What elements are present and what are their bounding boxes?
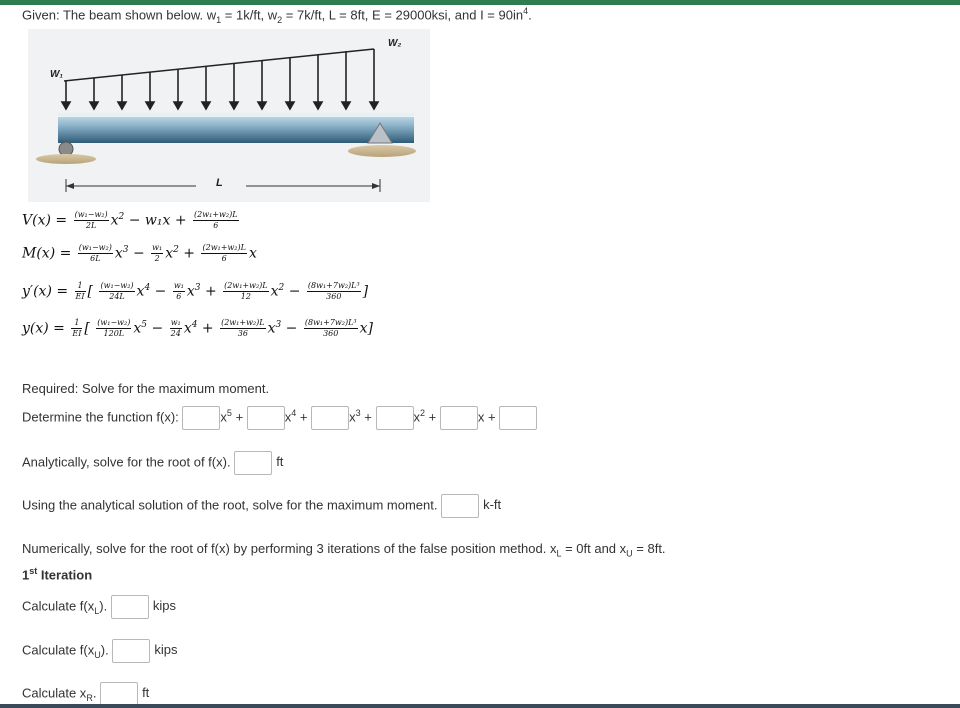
root-row: Analytically, solve for the root of f(x)…: [22, 451, 283, 475]
load-top-line: [63, 48, 375, 82]
calc-fxl-row: Calculate f(xL). kips: [22, 595, 176, 619]
function-label: Determine the function f(x):: [22, 409, 179, 425]
right-ground: [348, 145, 416, 157]
constant-input[interactable]: [499, 406, 538, 430]
calc-xr-row: Calculate xR. ft: [22, 682, 149, 706]
iteration-heading: 1st Iteration: [22, 566, 93, 583]
moment-equation: M(x) = (w₁−w₂) 6L x3 − w₁ 2 x2 + (2w₁+w₂)L 6 x: [22, 243, 257, 263]
required-statement: Required: Solve for the maximum moment.: [22, 381, 270, 396]
coef-x1-input[interactable]: [439, 406, 478, 430]
deflection-equation: y(x) = 1 EI[ (w₁−w₂) 120L x5 − w₁ 24 x4 + (2w…: [22, 318, 373, 338]
load-arrows: [60, 49, 380, 111]
numerical-statement: Numerically, solve for the root of f(x) …: [22, 541, 666, 559]
top-accent-bar: [0, 0, 960, 5]
coef-x2-input[interactable]: [375, 406, 414, 430]
fxu-input[interactable]: [112, 639, 151, 663]
root-input[interactable]: [234, 451, 273, 475]
beam-figure: W₁ W₂ L: [28, 29, 430, 202]
calc-fxu-row: Calculate f(xU). kips: [22, 639, 177, 663]
coef-x5-input[interactable]: [182, 406, 221, 430]
function-row: Determine the function f(x): x5 + x4 + x…: [22, 406, 538, 430]
coef-x4-input[interactable]: [246, 406, 285, 430]
roller-support: [58, 141, 74, 157]
max-moment-row: Using the analytical solution of the roo…: [22, 494, 501, 518]
coef-x3-input[interactable]: [311, 406, 350, 430]
length-label: L: [216, 177, 223, 189]
beam-diagram: [36, 48, 416, 192]
shear-equation: V(x) = (w₁−w₂) 2L x2 − w₁x + (2w₁+w₂)L 6: [22, 210, 239, 230]
beam: [58, 113, 414, 143]
bottom-bar: [0, 704, 960, 708]
given-statement: Given: The beam shown below. w1 = 1k/ft,…: [22, 6, 532, 25]
w1-label: W₁: [50, 69, 63, 80]
fxl-input[interactable]: [110, 595, 149, 619]
left-ground: [36, 154, 96, 164]
max-moment-input[interactable]: [441, 494, 480, 518]
slope-equation: y′(x) = 1 EI[ (w₁−w₂) 24L x4 − w₁ 6 x3 + (2w₁…: [22, 281, 369, 301]
xr-input[interactable]: [100, 682, 139, 706]
w2-label: W₂: [388, 38, 402, 49]
